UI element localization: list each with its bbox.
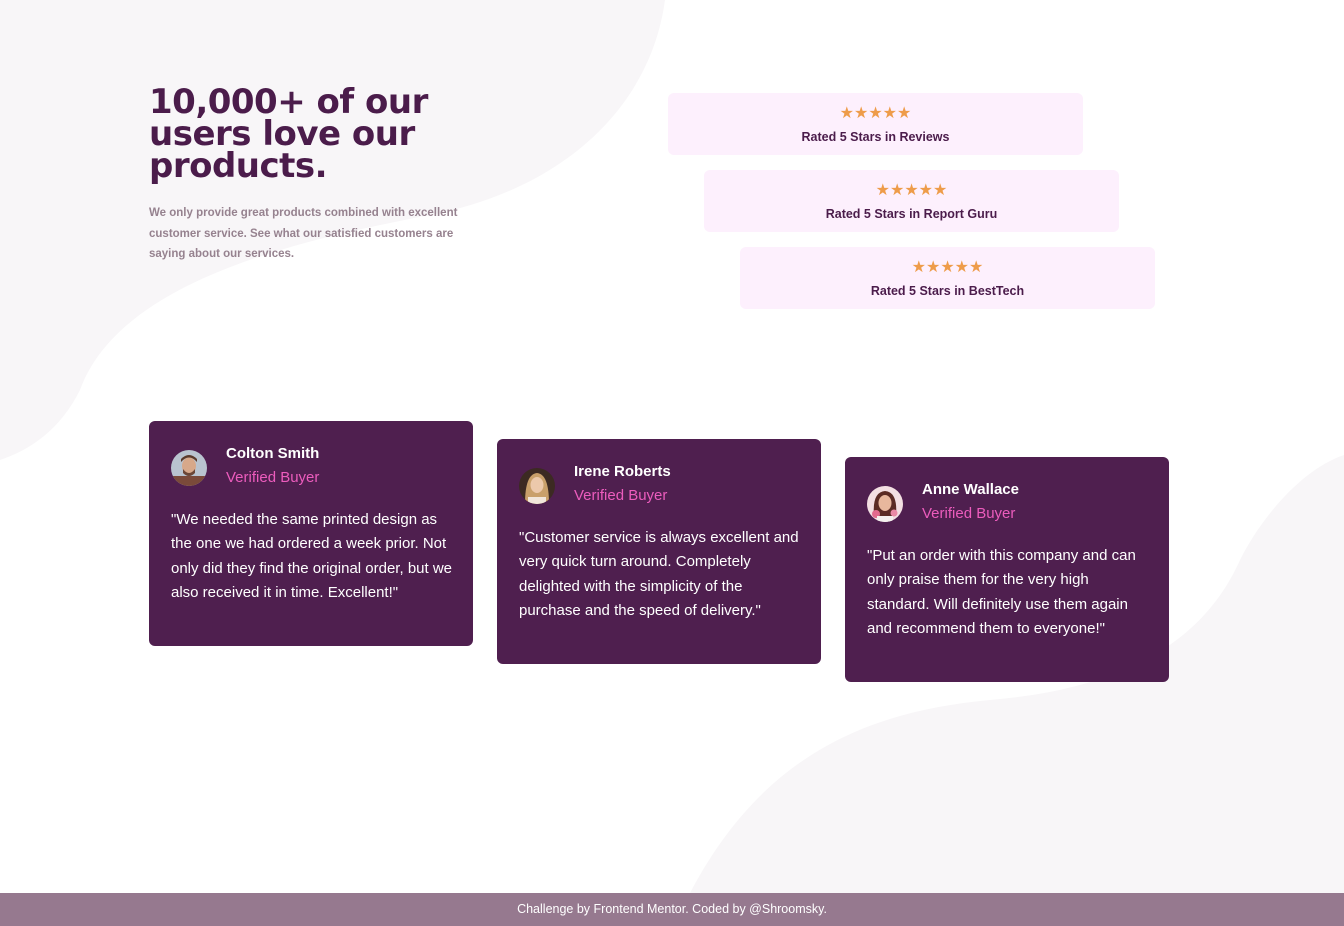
customer-name: Colton Smith (226, 445, 320, 462)
testimonial-quote: "We needed the same printed design as th… (171, 511, 453, 601)
rating-report-guru: ★★★★★ Rated 5 Stars in Report Guru (704, 170, 1119, 232)
avatar (171, 450, 207, 486)
footer-attribution: Challenge by Frontend Mentor. Coded by @… (517, 902, 827, 916)
rating-label: Rated 5 Stars in Report Guru (825, 207, 998, 221)
avatar (867, 486, 903, 522)
star-rating-icon: ★★★★★ (911, 257, 984, 276)
customer-name: Irene Roberts (574, 463, 671, 480)
rating-label: Rated 5 Stars in Reviews (801, 130, 950, 144)
testimonial-card-colton: Colton Smith Verified Buyer "We needed t… (149, 421, 473, 646)
verified-buyer-label: Verified Buyer (226, 469, 320, 486)
rating-reviews: ★★★★★ Rated 5 Stars in Reviews (668, 93, 1083, 155)
rating-besttech: ★★★★★ Rated 5 Stars in BestTech (740, 247, 1155, 309)
footer: Challenge by Frontend Mentor. Coded by @… (0, 893, 1344, 926)
testimonial-quote: "Put an order with this company and can … (867, 547, 1136, 637)
customer-name: Anne Wallace (922, 481, 1019, 498)
testimonial-card-anne: Anne Wallace Verified Buyer "Put an orde… (845, 457, 1169, 682)
rating-label: Rated 5 Stars in BestTech (870, 284, 1025, 298)
intro-text: We only provide great products combined … (149, 207, 458, 260)
testimonial-card-irene: Irene Roberts Verified Buyer "Customer s… (497, 439, 821, 664)
avatar (519, 468, 555, 504)
page-title: 10,000+ of our users love our products. (149, 82, 428, 186)
testimonial-quote: "Customer service is always excellent an… (519, 529, 799, 619)
verified-buyer-label: Verified Buyer (574, 487, 668, 504)
star-rating-icon: ★★★★★ (839, 103, 912, 122)
star-rating-icon: ★★★★★ (875, 180, 948, 199)
verified-buyer-label: Verified Buyer (922, 505, 1016, 522)
